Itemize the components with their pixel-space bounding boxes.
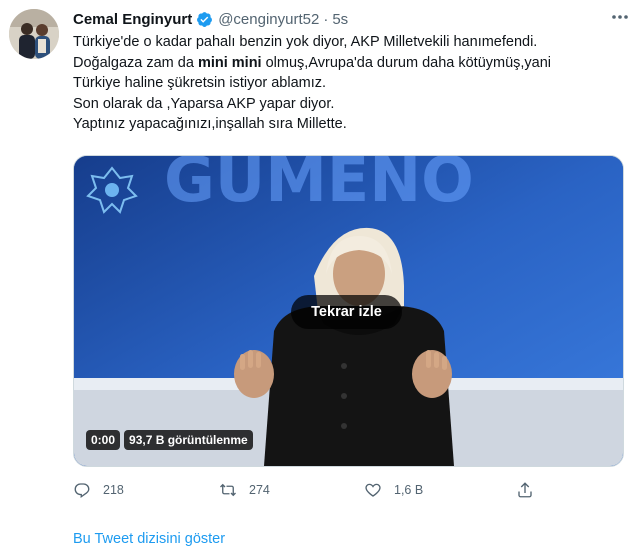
- tweet-text-segment: Doğalgaza zam da: [73, 54, 198, 71]
- author-name[interactable]: Cemal Enginyurt: [73, 11, 192, 28]
- avatar[interactable]: [9, 9, 59, 59]
- tweet-bold-text: mini mini: [197, 54, 262, 71]
- share-icon: [518, 482, 532, 498]
- tweet-line: Türkiye haline şükretsin istiyor ablamız…: [73, 75, 327, 91]
- tweet-card[interactable]: Cemal Enginyurt @cenginyurt52 · 5s Türki…: [0, 0, 640, 559]
- tweet-actions: 218 274 1,6 B: [73, 481, 553, 503]
- tweet-line: Türkiye'de o kadar pahalı benzin yok diy…: [73, 34, 538, 50]
- tweet-line: Doğalgaza zam da mini mini olmuş,Avrupa'…: [73, 53, 628, 74]
- retweet-button[interactable]: 274: [219, 481, 270, 499]
- background-word: GÜMENO: [164, 156, 474, 216]
- separator-dot: ·: [323, 10, 329, 28]
- like-button[interactable]: 1,6 B: [364, 481, 423, 499]
- avatar-photo: [9, 9, 59, 59]
- reply-icon: [74, 483, 90, 499]
- reply-count: 218: [103, 483, 124, 497]
- tweet-line: Son olarak da ,Yaparsa AKP yapar diyor.: [73, 95, 335, 112]
- reply-button[interactable]: 218: [73, 481, 124, 499]
- heart-icon: [365, 483, 381, 497]
- tweet-time[interactable]: 5s: [332, 11, 348, 28]
- retweet-icon: [220, 483, 236, 497]
- more-options-icon[interactable]: [610, 9, 630, 25]
- show-thread-link[interactable]: Bu Tweet dizisini göster: [73, 531, 225, 547]
- video-time: 0:00: [86, 430, 121, 450]
- verified-badge-icon: [196, 11, 213, 28]
- tweet-text-segment: olmuş,Avrupa'da durum daha kötüymüş,yani: [261, 54, 552, 71]
- video-views: 93,7 B görüntülenme: [124, 430, 253, 450]
- tweet-header: Cemal Enginyurt @cenginyurt52 · 5s: [73, 8, 633, 30]
- author-handle[interactable]: @cenginyurt52: [218, 11, 319, 28]
- like-count: 1,6 B: [394, 483, 424, 497]
- tweet-text: Türkiye'de o kadar pahalı benzin yok diy…: [73, 32, 628, 135]
- tweet-line: Yaptınız yapacağınızı,inşallah sıra Mill…: [73, 116, 347, 132]
- share-button[interactable]: [516, 481, 546, 499]
- retweet-count: 274: [249, 483, 270, 497]
- replay-button[interactable]: Tekrar izle: [291, 295, 402, 329]
- video-info: 0:00 93,7 B görüntülenme: [86, 430, 253, 452]
